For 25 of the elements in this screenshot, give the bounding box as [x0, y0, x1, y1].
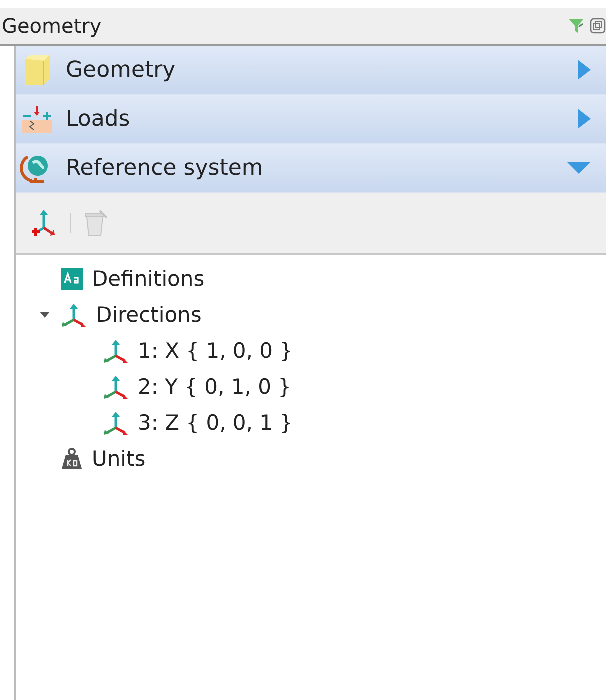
- section-header[interactable]: Loads: [16, 95, 606, 144]
- tree-item[interactable]: 1: X { 1, 0, 0 }: [138, 339, 294, 363]
- expand-icon: [576, 59, 592, 81]
- definitions-icon: [60, 267, 84, 291]
- tree-item[interactable]: Units: [92, 447, 146, 471]
- axes-icon: [102, 410, 130, 436]
- tree-item[interactable]: 3: Z { 0, 0, 1 }: [138, 411, 294, 435]
- axes-icon: [102, 374, 130, 400]
- tree-item[interactable]: 2: Y { 0, 1, 0 }: [138, 375, 292, 399]
- axes-icon: [102, 338, 130, 364]
- weight-icon: [60, 447, 84, 471]
- section-header[interactable]: Reference system: [16, 144, 606, 193]
- section-header[interactable]: Geometry: [16, 46, 606, 95]
- filter-icon[interactable]: [568, 17, 586, 35]
- tree-item[interactable]: Definitions: [92, 267, 205, 291]
- collapse-icon[interactable]: [39, 311, 51, 319]
- collapse-icon: [566, 160, 592, 176]
- axes-icon: [60, 302, 88, 328]
- panel-title: Geometry: [2, 14, 103, 38]
- section-label: Loads: [66, 106, 132, 132]
- float-icon[interactable]: [590, 18, 606, 34]
- section-label: Geometry: [66, 58, 177, 82]
- tree-item[interactable]: Directions: [96, 303, 202, 327]
- expand-icon: [576, 108, 592, 130]
- section-label: Reference system: [66, 156, 264, 180]
